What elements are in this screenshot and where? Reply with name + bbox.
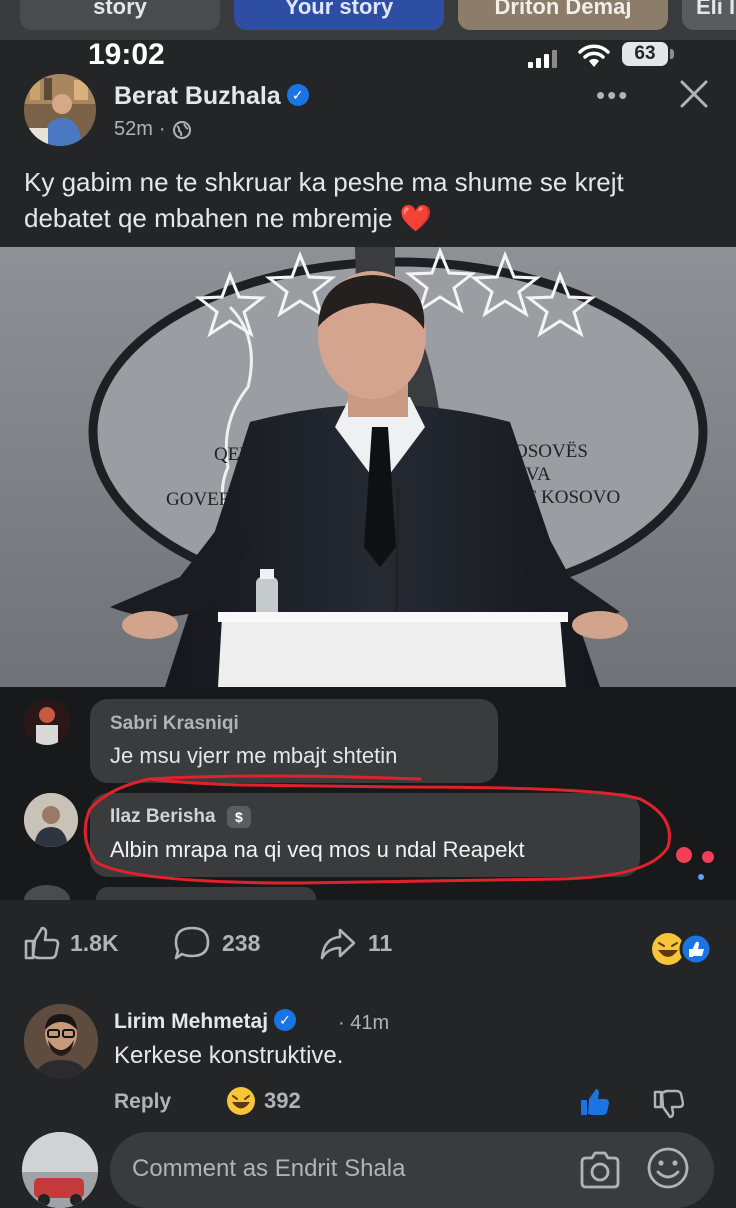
floating-heart-reactions-icon [676,847,715,880]
commenter-avatar[interactable] [24,1004,98,1078]
press-conference-image: QEV GOVERN OSOVËS OVA OF KOSOVO [0,247,736,687]
wifi-icon [578,44,610,67]
status-time: 19:02 [88,38,165,71]
your-story-item[interactable]: Your story [234,0,444,30]
thumbs-up-icon [24,926,60,960]
post-caption: Ky gabim ne te shkruar ka peshe ma shume… [24,167,624,233]
emblem-text: OSOVËS [514,441,588,462]
avatar-image [24,74,96,146]
comment-button[interactable]: 238 [172,924,260,962]
emoji-icon[interactable] [646,1146,690,1190]
camera-icon[interactable] [578,1150,622,1190]
more-options-icon[interactable]: ••• [596,80,629,111]
post-meta: 52m · [114,118,192,141]
laughing-emoji-icon [227,1087,255,1115]
reaction-summary[interactable] [650,930,713,968]
like-button[interactable]: 1.8K [22,924,119,962]
comment-time: · 41m [338,1012,390,1034]
comment-text: Kerkese konstruktive. [114,1042,344,1069]
comment-input-placeholder: Comment as Endrit Shala [132,1155,406,1182]
embedded-comments: Sabri Krasniqi Je msu vjerr me mbajt sht… [0,687,736,900]
thumbs-down-icon[interactable] [652,1088,684,1120]
verified-badge-icon: ✓ [274,1009,297,1032]
story-item-driton-demaj[interactable]: Driton Demaj [458,0,668,30]
post-author[interactable]: Berat Buzhala ✓ [114,82,309,111]
globe-icon [172,120,191,139]
battery-tip [670,49,674,59]
story-item-eli[interactable]: Eli I [682,0,736,30]
comment-bubble-icon [174,926,210,960]
share-button[interactable]: 11 [318,924,392,962]
comment-reaction-count[interactable]: 392 [226,1086,301,1116]
reply-button[interactable]: Reply [114,1090,171,1114]
stories-bar: story Your story Driton Demaj Eli I [0,0,736,40]
share-arrow-icon [320,928,356,960]
thumbs-up-filled-icon[interactable] [578,1086,610,1118]
author-avatar[interactable] [24,74,96,146]
story-item[interactable]: story [20,0,220,30]
laughing-emoji-icon [652,933,684,965]
red-circle-annotation [83,774,671,885]
post-photo[interactable]: QEV GOVERN OSOVËS OVA OF KOSOVO [0,247,736,687]
cellular-signal-icon [528,50,557,68]
battery-icon: 63 [622,42,668,66]
close-icon[interactable] [676,76,712,112]
verified-badge-icon: ✓ [286,84,309,107]
my-avatar[interactable] [22,1132,98,1208]
comment-author[interactable]: Lirim Mehmetaj ✓ [114,1009,297,1034]
